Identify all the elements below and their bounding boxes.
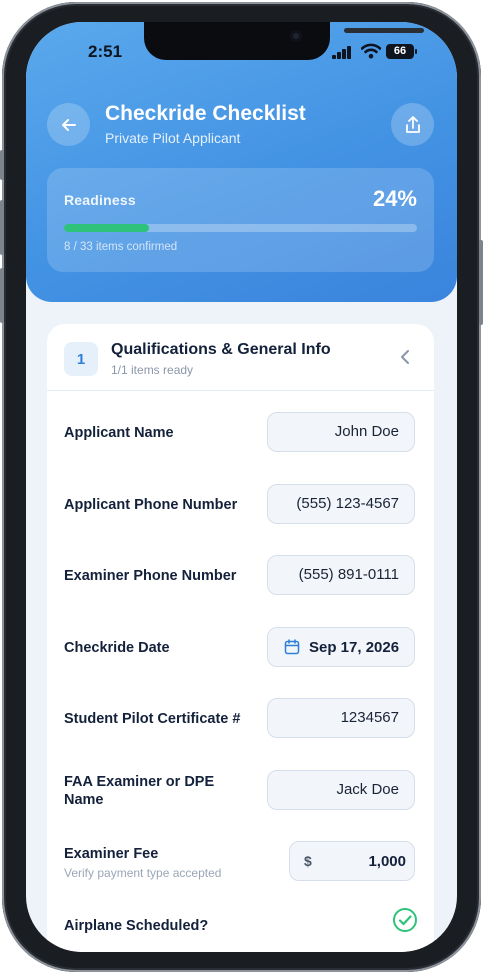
phone-power-button	[479, 240, 483, 325]
camera-icon	[290, 30, 302, 42]
page-subtitle: Private Pilot Applicant	[105, 130, 241, 146]
phone-volume-up-button	[0, 200, 4, 255]
readiness-percent: 24%	[372, 186, 417, 211]
section-card: 1 Qualifications & General Info 1/1 item…	[47, 324, 434, 952]
examiner-name-label: FAA Examiner or DPE Name	[64, 774, 215, 808]
section-title: Qualifications & General Info	[111, 341, 331, 358]
phone-action-button	[0, 150, 4, 180]
airplane-scheduled-label: Airplane Scheduled?	[64, 918, 209, 934]
readiness-progress-track	[64, 224, 417, 232]
page-title: Checkride Checklist	[105, 102, 306, 125]
check-circle-icon[interactable]	[392, 907, 418, 933]
student-certificate-label: Student Pilot Certificate #	[64, 711, 241, 727]
examiner-fee-field[interactable]: $ 1,000	[289, 841, 415, 881]
checkride-date-label: Checkride Date	[64, 640, 170, 656]
examiner-fee-label: Examiner Fee	[64, 846, 159, 862]
section-header[interactable]: 1 Qualifications & General Info 1/1 item…	[47, 324, 434, 391]
currency-symbol: $	[304, 853, 312, 869]
checkride-date-picker[interactable]: Sep 17, 2026	[267, 627, 415, 667]
speaker-grille	[344, 28, 424, 33]
share-icon	[405, 115, 420, 133]
applicant-phone-label: Applicant Phone Number	[64, 497, 238, 513]
examiner-fee-hint: Verify payment type accepted	[64, 866, 222, 880]
status-time: 2:51	[88, 42, 123, 61]
battery-icon: 66	[386, 44, 417, 59]
app-header: 2:51 66 Checkride Checklist Private Pilo…	[26, 22, 457, 302]
arrow-left-icon	[61, 118, 76, 131]
section-subtitle: 1/1 items ready	[111, 363, 194, 377]
chevron-left-icon[interactable]	[399, 350, 411, 364]
readiness-card: Readiness 24% 8 / 33 items confirmed	[47, 168, 434, 272]
calendar-icon	[284, 639, 300, 655]
applicant-name-field[interactable]: John Doe	[267, 412, 415, 452]
examiner-fee-value: 1,000	[368, 853, 406, 870]
cellular-signal-icon	[332, 46, 354, 59]
examiner-phone-field[interactable]: (555) 891-0111	[267, 555, 415, 595]
applicant-name-label: Applicant Name	[64, 425, 174, 441]
checkride-date-value: Sep 17, 2026	[309, 638, 400, 656]
dynamic-island	[144, 22, 424, 60]
student-certificate-field[interactable]: 1234567	[267, 698, 415, 738]
phone-volume-down-button	[0, 268, 4, 323]
wifi-icon	[360, 43, 382, 64]
readiness-progress-fill	[64, 224, 149, 232]
app-screen: 2:51 66 Checkride Checklist Private Pilo…	[26, 22, 457, 952]
readiness-label: Readiness	[64, 192, 136, 208]
readiness-count: 8 / 33 items confirmed	[64, 241, 178, 253]
examiner-name-field[interactable]: Jack Doe	[267, 770, 415, 810]
section-number-badge: 1	[64, 342, 98, 376]
status-bar: 2:51 66	[26, 22, 457, 72]
share-button[interactable]	[391, 103, 434, 146]
back-button[interactable]	[47, 103, 90, 146]
applicant-phone-field[interactable]: (555) 123-4567	[267, 484, 415, 524]
examiner-phone-label: Examiner Phone Number	[64, 568, 237, 584]
